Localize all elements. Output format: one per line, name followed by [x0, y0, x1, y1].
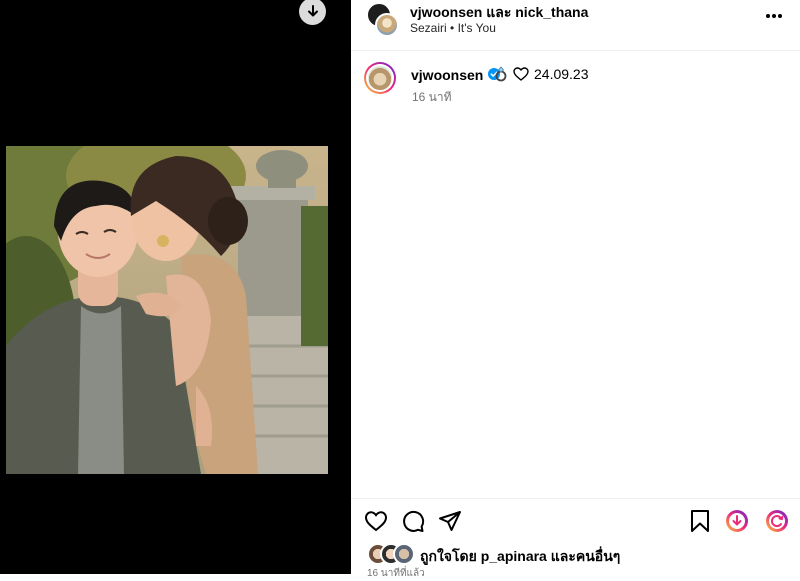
like-button[interactable] [364, 509, 388, 533]
comment-button[interactable] [401, 509, 425, 533]
download-button[interactable] [299, 0, 326, 25]
heart-icon [364, 511, 388, 532]
more-options-button[interactable] [762, 8, 786, 24]
action-bar [351, 498, 800, 539]
post-details-panel: vjwoonsen และ nick_thana Sezairi • It's … [351, 0, 800, 579]
audio-artist[interactable]: Sezairi [410, 21, 447, 35]
comment-icon [403, 510, 425, 532]
collab-avatars[interactable] [366, 2, 400, 37]
caption-timestamp[interactable]: 16 นาที [412, 88, 452, 107]
share-button[interactable] [438, 509, 462, 533]
caption-avatar[interactable] [364, 62, 396, 94]
share-icon [439, 511, 461, 531]
caption-username[interactable]: vjwoonsen [411, 67, 483, 83]
audio-track[interactable]: It's You [458, 21, 496, 35]
more-options-icon [766, 14, 782, 18]
download-icon [307, 4, 318, 16]
download-extension-button[interactable] [725, 509, 749, 533]
caption-date: 24.09.23 [534, 66, 589, 82]
audio-info[interactable]: Sezairi • It's You [410, 21, 496, 35]
avatar [368, 66, 392, 90]
download-badge-icon [726, 510, 748, 532]
save-button[interactable] [688, 509, 712, 533]
post-photo [6, 146, 328, 474]
caption-text: 24.09.23 [494, 66, 589, 82]
avatar [375, 13, 399, 37]
post-media [0, 0, 351, 574]
post-header: vjwoonsen และ nick_thana Sezairi • It's … [351, 0, 800, 51]
avatar [393, 543, 415, 565]
ring-emoji-icon [495, 66, 507, 82]
reshare-extension-button[interactable] [765, 509, 789, 533]
heart-outline-emoji-icon [513, 67, 529, 81]
bookmark-icon [691, 510, 709, 532]
audio-separator: • [450, 21, 455, 35]
likes-text[interactable]: ถูกใจโดย p_apinara และคนอื่นๆ [420, 546, 620, 568]
refresh-badge-icon [766, 510, 788, 532]
